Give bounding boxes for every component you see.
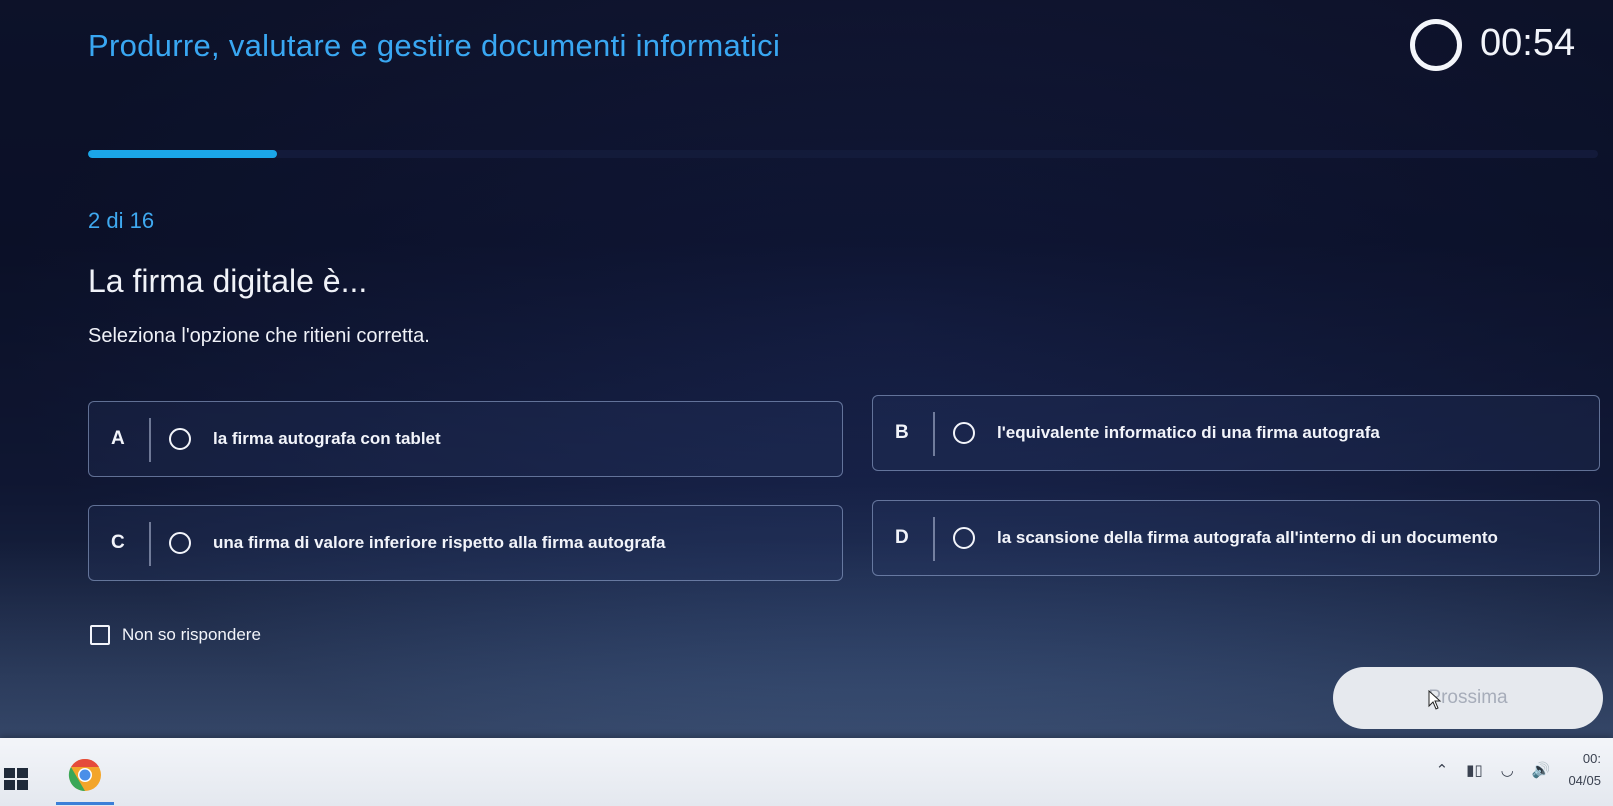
option-divider [933,412,935,456]
option-letter: B [895,422,909,443]
option-a[interactable]: A la firma autografa con tablet [88,401,843,477]
progress-bar [88,150,1598,158]
progress-bar-fill [88,150,277,158]
radio-button[interactable] [953,422,975,444]
option-text: la firma autografa con tablet [213,429,441,448]
chrome-icon[interactable] [68,758,102,792]
course-title: Produrre, valutare e gestire documenti i… [88,28,781,63]
question-text: La firma digitale è... [88,263,368,299]
radio-button[interactable] [169,428,191,450]
option-b[interactable]: B l'equivalente informatico di una firma… [872,395,1600,471]
option-text: la scansione della firma autografa all'i… [997,528,1498,547]
active-app-indicator [56,802,114,805]
timer: 00:54 [1480,22,1576,64]
option-divider [933,517,935,561]
option-letter: D [895,527,909,548]
battery-icon[interactable]: ▮▯ [1466,761,1483,779]
taskbar: ⌃ ▮▯ ◡ 🔊 00: 04/05 [0,738,1613,806]
clock-date: 04/05 [1568,773,1601,788]
quiz-screen: Produrre, valutare e gestire documenti i… [0,0,1613,738]
option-text: l'equivalente informatico di una firma a… [997,423,1380,442]
option-letter: A [111,428,125,449]
system-tray: ⌃ ▮▯ ◡ 🔊 00: 04/05 [1436,742,1601,798]
clock-time: 00: [1582,751,1601,766]
timer-ring-icon [1410,19,1462,71]
option-c[interactable]: C una firma di valore inferiore rispetto… [88,505,843,581]
dont-know-checkbox-row[interactable]: Non so rispondere [90,625,261,645]
question-instruction: Seleziona l'opzione che ritieni corretta… [88,325,430,347]
dont-know-checkbox[interactable] [90,625,110,645]
dont-know-label: Non so rispondere [122,625,261,644]
option-text: una firma di valore inferiore rispetto a… [213,533,666,552]
option-letter: C [111,532,125,553]
volume-icon[interactable]: 🔊 [1532,761,1551,779]
radio-button[interactable] [953,527,975,549]
option-divider [149,522,151,566]
option-divider [149,418,151,462]
next-button[interactable]: Prossima [1333,667,1603,729]
question-counter: 2 di 16 [88,208,155,233]
chevron-up-icon[interactable]: ⌃ [1436,761,1449,779]
windows-start-icon[interactable] [4,768,28,790]
system-clock[interactable]: 00: 04/05 [1568,748,1601,792]
mouse-cursor-icon [1428,690,1442,710]
option-d[interactable]: D la scansione della firma autografa all… [872,500,1600,576]
wifi-icon[interactable]: ◡ [1501,761,1514,779]
radio-button[interactable] [169,532,191,554]
